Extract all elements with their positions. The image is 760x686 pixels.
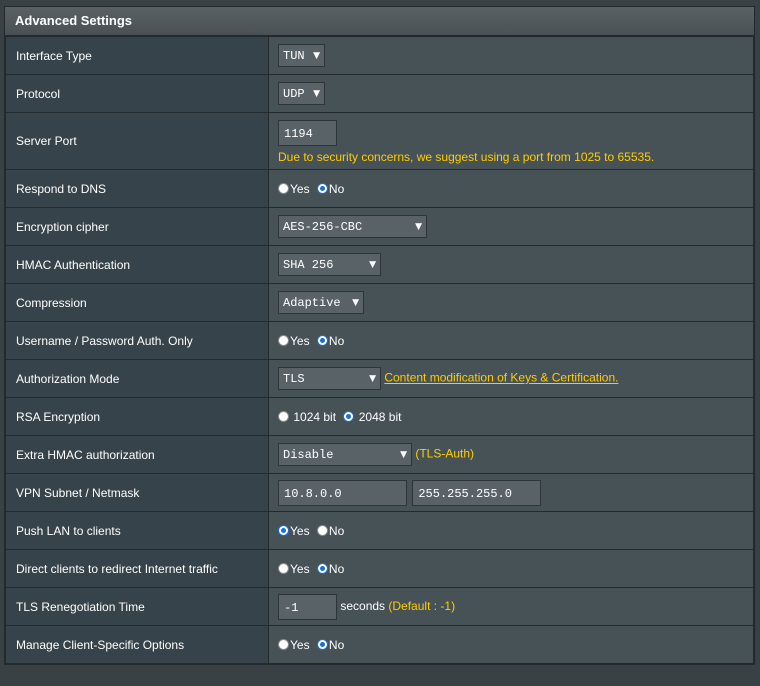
push-lan-no-radio[interactable]: [316, 524, 328, 536]
compression-select[interactable]: Adaptive ▼: [278, 291, 364, 314]
protocol-label: Protocol: [5, 74, 269, 113]
chevron-down-icon: ▼: [352, 297, 359, 308]
row-vpn-subnet: VPN Subnet / Netmask 10.8.0.0 255.255.25…: [5, 473, 754, 512]
redirect-internet-no-radio[interactable]: [316, 562, 328, 574]
chevron-down-icon: ▼: [415, 221, 422, 232]
hmac-auth-select[interactable]: SHA 256 ▼: [278, 253, 381, 276]
redirect-internet-label: Direct clients to redirect Internet traf…: [5, 549, 269, 588]
respond-dns-no-radio[interactable]: [316, 182, 328, 194]
compression-label: Compression: [5, 283, 269, 322]
vpn-netmask-input[interactable]: 255.255.255.0: [412, 479, 542, 506]
client-specific-label: Manage Client-Specific Options: [5, 625, 269, 664]
interface-type-label: Interface Type: [5, 36, 269, 75]
chevron-down-icon: ▼: [313, 88, 320, 99]
row-interface-type: Interface Type TUN ▼: [5, 36, 754, 75]
keys-certification-link[interactable]: Content modification of Keys & Certifica…: [384, 371, 618, 385]
row-compression: Compression Adaptive ▼: [5, 283, 754, 322]
server-port-note: Due to security concerns, we suggest usi…: [278, 150, 655, 164]
chevron-down-icon: ▼: [313, 50, 320, 61]
client-specific-yes-radio[interactable]: [278, 638, 289, 650]
row-hmac-auth: HMAC Authentication SHA 256 ▼: [5, 245, 754, 284]
rsa-1024-radio[interactable]: [278, 410, 289, 422]
row-extra-hmac: Extra HMAC authorization Disable ▼ (TLS-A…: [5, 435, 754, 474]
push-lan-label: Push LAN to clients: [5, 511, 269, 550]
row-tls-reneg: TLS Renegotiation Time -1 seconds (Defau…: [5, 587, 754, 626]
row-protocol: Protocol UDP ▼: [5, 74, 754, 113]
vpn-subnet-input[interactable]: 10.8.0.0: [278, 479, 407, 506]
userpass-only-no-radio[interactable]: [316, 334, 328, 346]
userpass-only-label: Username / Password Auth. Only: [5, 321, 269, 360]
chevron-down-icon: ▼: [369, 373, 376, 384]
push-lan-yes-radio[interactable]: [278, 524, 289, 536]
respond-dns-yes-radio[interactable]: [278, 182, 289, 194]
tls-reneg-default-hint: (Default : -1): [388, 598, 456, 613]
row-rsa-encryption: RSA Encryption 1024 bit 2048 bit: [5, 397, 754, 436]
protocol-select[interactable]: UDP ▼: [278, 82, 325, 105]
client-specific-no-radio[interactable]: [316, 638, 328, 650]
row-userpass-only: Username / Password Auth. Only Yes No: [5, 321, 754, 360]
encryption-cipher-select[interactable]: AES-256-CBC ▼: [278, 215, 427, 238]
auth-mode-select[interactable]: TLS ▼: [278, 367, 381, 390]
tls-reneg-input[interactable]: -1: [278, 593, 337, 620]
row-redirect-internet: Direct clients to redirect Internet traf…: [5, 549, 754, 588]
auth-mode-label: Authorization Mode: [5, 359, 269, 398]
row-auth-mode: Authorization Mode TLS ▼ Content modifica…: [5, 359, 754, 398]
chevron-down-icon: ▼: [400, 449, 407, 460]
rsa-encryption-label: RSA Encryption: [5, 397, 269, 436]
encryption-cipher-label: Encryption cipher: [5, 207, 269, 246]
vpn-subnet-label: VPN Subnet / Netmask: [5, 473, 269, 512]
interface-type-select[interactable]: TUN ▼: [278, 44, 325, 67]
extra-hmac-select[interactable]: Disable ▼: [278, 443, 412, 466]
advanced-settings-panel: Advanced Settings Interface Type TUN ▼ Pr…: [4, 6, 755, 665]
server-port-input[interactable]: 1194: [278, 120, 337, 146]
redirect-internet-yes-radio[interactable]: [278, 562, 289, 574]
panel-title: Advanced Settings: [5, 7, 754, 36]
tls-reneg-unit: seconds: [340, 598, 386, 613]
respond-dns-label: Respond to DNS: [5, 169, 269, 208]
rsa-2048-radio[interactable]: [343, 410, 355, 422]
row-encryption-cipher: Encryption cipher AES-256-CBC ▼: [5, 207, 754, 246]
hmac-auth-label: HMAC Authentication: [5, 245, 269, 284]
row-server-port: Server Port 1194 Due to security concern…: [5, 112, 754, 170]
server-port-label: Server Port: [5, 112, 269, 170]
chevron-down-icon: ▼: [369, 259, 376, 270]
tls-reneg-label: TLS Renegotiation Time: [5, 587, 269, 626]
extra-hmac-label: Extra HMAC authorization: [5, 435, 269, 474]
row-push-lan: Push LAN to clients Yes No: [5, 511, 754, 550]
tls-auth-hint: (TLS-Auth): [415, 446, 475, 461]
row-respond-dns: Respond to DNS Yes No: [5, 169, 754, 208]
settings-table: Interface Type TUN ▼ Protocol UDP ▼ Server…: [5, 36, 754, 664]
row-client-specific: Manage Client-Specific Options Yes No: [5, 625, 754, 664]
userpass-only-yes-radio[interactable]: [278, 334, 289, 346]
